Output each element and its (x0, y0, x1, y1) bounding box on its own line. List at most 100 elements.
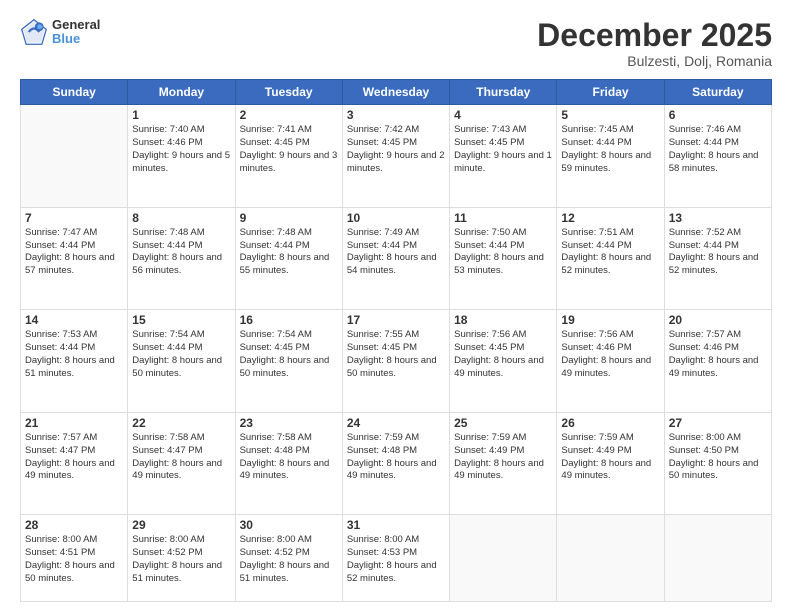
sunset: Sunset: 4:46 PM (561, 342, 631, 353)
sunrise: Sunrise: 7:48 AM (240, 227, 312, 238)
day-cell: 14Sunrise: 7:53 AMSunset: 4:44 PMDayligh… (21, 310, 128, 413)
cell-content: Sunrise: 7:48 AM Sunset: 4:44 PMDaylight:… (240, 227, 338, 278)
sunset: Sunset: 4:45 PM (240, 342, 310, 353)
daylight: Daylight: 9 hours and 2 minutes. (347, 150, 445, 174)
day-cell (21, 105, 128, 208)
sunset: Sunset: 4:48 PM (347, 445, 417, 456)
cell-content: Sunrise: 7:59 AMSunset: 4:49 PMDaylight:… (454, 432, 552, 483)
daylight: Daylight: 8 hours and 49 minutes. (240, 458, 330, 482)
day-number: 25 (454, 416, 552, 430)
sunset: Sunset: 4:47 PM (132, 445, 202, 456)
sunrise: Sunrise: 7:51 AM (561, 227, 633, 238)
sunrise: Sunrise: 7:54 AM (240, 329, 312, 340)
day-cell: 18Sunrise: 7:56 AMSunset: 4:45 PMDayligh… (450, 310, 557, 413)
sunset: Sunset: 4:44 PM (347, 240, 417, 251)
sunrise: Sunrise: 7:46 AM (669, 124, 741, 135)
cell-content: Sunrise: 7:55 AMSunset: 4:45 PMDaylight:… (347, 329, 445, 380)
day-cell: 6Sunrise: 7:46 AMSunset: 4:44 PMDaylight… (664, 105, 771, 208)
sunset: Sunset: 4:48 PM (240, 445, 310, 456)
sunset: Sunset: 4:45 PM (454, 137, 524, 148)
sunrise: Sunrise: 7:50 AM (454, 227, 526, 238)
day-cell: 10Sunrise: 7:49 AMSunset: 4:44 PMDayligh… (342, 207, 449, 310)
logo-line2: Blue (52, 32, 100, 46)
day-number: 31 (347, 518, 445, 532)
day-number: 2 (240, 108, 338, 122)
daylight: Daylight: 8 hours and 54 minutes. (347, 252, 437, 276)
sunset: Sunset: 4:46 PM (132, 137, 202, 148)
sunrise: Sunrise: 7:54 AM (132, 329, 204, 340)
cell-content: Sunrise: 7:53 AMSunset: 4:44 PMDaylight:… (25, 329, 123, 380)
cell-content: Sunrise: 7:57 AMSunset: 4:46 PMDaylight:… (669, 329, 767, 380)
sunset: Sunset: 4:44 PM (25, 342, 95, 353)
day-cell: 1 Sunrise: 7:40 AM Sunset: 4:46 PM Daylight… (128, 105, 235, 208)
sunset: Sunset: 4:44 PM (240, 240, 310, 251)
cell-content: Sunrise: 7:57 AMSunset: 4:47 PMDaylight:… (25, 432, 123, 483)
day-cell (664, 515, 771, 602)
daylight: Daylight: 8 hours and 49 minutes. (347, 458, 437, 482)
day-cell: 20Sunrise: 7:57 AMSunset: 4:46 PMDayligh… (664, 310, 771, 413)
day-cell: 22Sunrise: 7:58 AMSunset: 4:47 PMDayligh… (128, 412, 235, 515)
day-number: 9 (240, 211, 338, 225)
sunrise: Sunrise: 7:40 AM (132, 124, 204, 135)
daylight: Daylight: 8 hours and 51 minutes. (25, 355, 115, 379)
cell-content: Sunrise: 7:52 AMSunset: 4:44 PMDaylight:… (669, 227, 767, 278)
day-number: 1 (132, 108, 230, 122)
daylight: Daylight: 8 hours and 52 minutes. (347, 560, 437, 584)
cell-content: Sunrise: 7:54 AM Sunset: 4:45 PM Daylight:… (240, 329, 338, 380)
col-sunday: Sunday (21, 80, 128, 105)
daylight: Daylight: 8 hours and 50 minutes. (669, 458, 759, 482)
day-number: 7 (25, 211, 123, 225)
day-cell (557, 515, 664, 602)
daylight: Daylight: 8 hours and 55 minutes. (240, 252, 330, 276)
cell-content: Sunrise: 7:40 AM Sunset: 4:46 PM Daylight:… (132, 124, 230, 175)
sunrise: Sunrise: 7:47 AM (25, 227, 97, 238)
cell-content: Sunrise: 8:00 AMSunset: 4:52 PMDaylight:… (132, 534, 230, 585)
sunrise: Sunrise: 7:42 AM (347, 124, 419, 135)
cell-content: Sunrise: 7:47 AM Sunset: 4:44 PMDaylight:… (25, 227, 123, 278)
daylight: Daylight: 8 hours and 50 minutes. (132, 355, 222, 379)
week-row-2: 7Sunrise: 7:47 AMSunset: 4:44 PMDaylight… (21, 207, 772, 310)
week-row-5: 28Sunrise: 8:00 AMSunset: 4:51 PMDayligh… (21, 515, 772, 602)
cell-content: Sunrise: 7:58 AMSunset: 4:47 PMDaylight:… (132, 432, 230, 483)
sunset: Sunset: 4:44 PM (25, 240, 95, 251)
sunrise: Sunrise: 7:55 AM (347, 329, 419, 340)
daylight: Daylight: 8 hours and 59 minutes. (561, 150, 651, 174)
day-number: 8 (132, 211, 230, 225)
cell-content: Sunrise: 7:42 AMSunset: 4:45 PMDaylight:… (347, 124, 445, 175)
daylight: Daylight: 8 hours and 52 minutes. (561, 252, 651, 276)
day-cell (450, 515, 557, 602)
sunrise: Sunrise: 7:56 AM (561, 329, 633, 340)
day-number: 4 (454, 108, 552, 122)
title-block: December 2025 Bulzesti, Dolj, Romania (537, 18, 772, 69)
sunrise: Sunrise: 8:00 AM (132, 534, 204, 545)
cell-content: Sunrise: 7:46 AMSunset: 4:44 PMDaylight:… (669, 124, 767, 175)
daylight: Daylight: 8 hours and 53 minutes. (454, 252, 544, 276)
cell-content: Sunrise: 7:56 AMSunset: 4:46 PMDaylight:… (561, 329, 659, 380)
logo-icon (20, 18, 48, 46)
day-cell: 9 Sunrise: 7:48 AM Sunset: 4:44 PMDaylight… (235, 207, 342, 310)
sunset: Sunset: 4:49 PM (561, 445, 631, 456)
day-number: 24 (347, 416, 445, 430)
col-friday: Friday (557, 80, 664, 105)
sunrise: Sunrise: 7:52 AM (669, 227, 741, 238)
day-number: 12 (561, 211, 659, 225)
day-cell: 4Sunrise: 7:43 AMSunset: 4:45 PMDaylight… (450, 105, 557, 208)
day-cell: 17Sunrise: 7:55 AMSunset: 4:45 PMDayligh… (342, 310, 449, 413)
daylight: Daylight: 8 hours and 49 minutes. (25, 458, 115, 482)
day-cell: 8Sunrise: 7:48 AMSunset: 4:44 PMDaylight… (128, 207, 235, 310)
sunset: Sunset: 4:51 PM (25, 547, 95, 558)
daylight: Daylight: 8 hours and 57 minutes. (25, 252, 115, 276)
daylight: Daylight: 9 hours and 3 minutes. (240, 150, 338, 174)
sunrise: Sunrise: 7:49 AM (347, 227, 419, 238)
sunrise: Sunrise: 7:48 AM (132, 227, 204, 238)
sunset: Sunset: 4:45 PM (240, 137, 310, 148)
day-number: 16 (240, 313, 338, 327)
daylight: Daylight: 8 hours and 50 minutes. (240, 355, 330, 379)
day-cell: 29Sunrise: 8:00 AMSunset: 4:52 PMDayligh… (128, 515, 235, 602)
daylight: Daylight: 8 hours and 49 minutes. (561, 458, 651, 482)
day-cell: 30Sunrise: 8:00 AMSunset: 4:52 PMDayligh… (235, 515, 342, 602)
day-cell: 26Sunrise: 7:59 AMSunset: 4:49 PMDayligh… (557, 412, 664, 515)
daylight: Daylight: 9 hours and 5 minutes. (132, 150, 230, 174)
daylight: Daylight: 8 hours and 49 minutes. (669, 355, 759, 379)
daylight: Daylight: 8 hours and 51 minutes. (240, 560, 330, 584)
